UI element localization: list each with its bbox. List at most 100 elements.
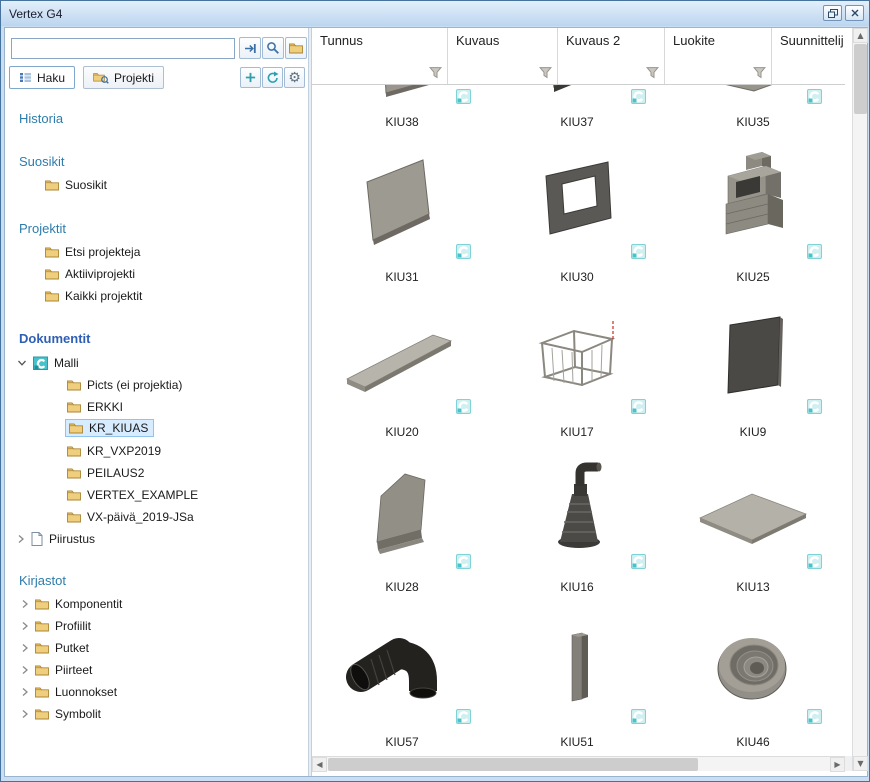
- tree-item-kaikki-projektit[interactable]: Kaikki projektit: [5, 286, 304, 306]
- result-item[interactable]: KIU38: [317, 85, 487, 146]
- vertex-c-icon: [807, 709, 822, 724]
- result-item[interactable]: KIU35: [668, 85, 838, 146]
- filter-funnel-icon[interactable]: [429, 66, 442, 79]
- scroll-right-arrow[interactable]: ▶: [830, 757, 845, 772]
- horizontal-scroll-thumb[interactable]: [328, 758, 698, 771]
- result-item[interactable]: KIU30: [492, 146, 662, 301]
- chevron-right-icon[interactable]: [21, 621, 29, 631]
- tab-projekti-label: Projekti: [114, 71, 154, 85]
- add-button[interactable]: [240, 67, 261, 88]
- chevron-down-icon[interactable]: [17, 359, 27, 367]
- horizontal-scrollbar[interactable]: ◀ ▶: [312, 756, 845, 771]
- open-folder-button[interactable]: [285, 37, 307, 59]
- chevron-right-icon[interactable]: [21, 709, 29, 719]
- column-header-luokite[interactable]: Luokite: [665, 28, 772, 84]
- tree-node-malli[interactable]: Malli: [5, 353, 304, 373]
- filter-funnel-icon[interactable]: [539, 66, 552, 79]
- go-button[interactable]: [239, 37, 261, 59]
- titlebar[interactable]: Vertex G4: [1, 1, 869, 26]
- tab-haku[interactable]: Haku: [9, 66, 75, 89]
- tree-item-vx-paiva[interactable]: VX-päivä_2019-JSa: [5, 507, 304, 527]
- vertex-g4-window: Vertex G4: [0, 0, 870, 782]
- tree-item-erkki[interactable]: ERKKI: [5, 397, 304, 417]
- tree-item-etsi-projekteja[interactable]: Etsi projekteja: [5, 242, 304, 262]
- grid-row: KIU31 KIU30: [312, 146, 845, 301]
- tree-node-symbolit[interactable]: Symbolit: [5, 704, 304, 724]
- vertex-c-icon: [807, 554, 822, 569]
- item-id-label: KIU46: [668, 735, 838, 749]
- tree-item-peilaus2[interactable]: PEILAUS2: [5, 463, 304, 483]
- tree-item-kr-vxp2019[interactable]: KR_VXP2019: [5, 441, 304, 461]
- filter-funnel-icon[interactable]: [753, 66, 766, 79]
- folder-icon: [45, 290, 59, 302]
- settings-button[interactable]: ⚙: [284, 67, 305, 88]
- result-item[interactable]: KIU16: [492, 456, 662, 611]
- result-item[interactable]: KIU9: [668, 301, 838, 456]
- result-item[interactable]: KIU51: [492, 611, 662, 754]
- selected-tree-item[interactable]: KR_KIUAS: [65, 419, 154, 437]
- tree-node-luonnokset[interactable]: Luonnokset: [5, 682, 304, 702]
- result-item[interactable]: KIU25: [668, 146, 838, 301]
- sidebar-section-historia[interactable]: Historia: [5, 108, 304, 128]
- tree-node-putket[interactable]: Putket: [5, 638, 304, 658]
- vertex-c-icon: [631, 244, 646, 259]
- scroll-up-arrow[interactable]: ▲: [853, 28, 868, 43]
- vertex-model-icon: [33, 356, 48, 370]
- chevron-right-icon[interactable]: [21, 599, 29, 609]
- tree-item-aktiiviprojekti[interactable]: Aktiiviprojekti: [5, 264, 304, 284]
- project-folder-icon: [93, 72, 109, 84]
- result-item[interactable]: KIU20: [317, 301, 487, 456]
- sidebar-section-suosikit[interactable]: Suosikit: [5, 151, 304, 171]
- result-item[interactable]: KIU13: [668, 456, 838, 611]
- folder-icon: [45, 246, 59, 258]
- tree-item-picts[interactable]: Picts (ei projektia): [5, 375, 304, 395]
- result-item[interactable]: KIU17: [492, 301, 662, 456]
- result-item[interactable]: KIU46: [668, 611, 838, 754]
- vertical-scrollbar[interactable]: ▲ ▼: [852, 28, 867, 771]
- vertex-c-icon: [456, 399, 471, 414]
- close-button[interactable]: [845, 5, 864, 21]
- column-header-tunnus[interactable]: Tunnus: [312, 28, 448, 84]
- filter-funnel-icon[interactable]: [646, 66, 659, 79]
- tree-node-komponentit[interactable]: Komponentit: [5, 594, 304, 614]
- float-window-button[interactable]: [823, 5, 842, 21]
- item-id-label: KIU37: [492, 115, 662, 129]
- sidebar-section-kirjastot[interactable]: Kirjastot: [5, 570, 304, 590]
- item-id-label: KIU17: [492, 425, 662, 439]
- result-item[interactable]: KIU28: [317, 456, 487, 611]
- scroll-down-arrow[interactable]: ▼: [853, 756, 868, 771]
- vertical-scroll-thumb[interactable]: [854, 44, 867, 114]
- item-id-label: KIU20: [317, 425, 487, 439]
- result-item[interactable]: KIU31: [317, 146, 487, 301]
- folder-icon: [67, 401, 81, 413]
- thumbnail-kiu46: [688, 615, 818, 723]
- chevron-right-icon[interactable]: [21, 665, 29, 675]
- item-id-label: KIU9: [668, 425, 838, 439]
- tree-item-vertex-example[interactable]: VERTEX_EXAMPLE: [5, 485, 304, 505]
- gear-icon: ⚙: [288, 71, 301, 85]
- chevron-right-icon[interactable]: [17, 534, 25, 544]
- chevron-right-icon[interactable]: [21, 643, 29, 653]
- result-item[interactable]: KIU37: [492, 85, 662, 146]
- column-header-suunnittelija[interactable]: Suunnittelija: [772, 28, 845, 84]
- tree-node-piirustus[interactable]: Piirustus: [5, 529, 304, 549]
- tree-item-kr-kiuas-selected[interactable]: KR_KIUAS: [5, 418, 304, 438]
- sidebar-section-projektit[interactable]: Projektit: [5, 218, 304, 238]
- column-header-kuvaus2[interactable]: Kuvaus 2: [558, 28, 665, 84]
- search-input[interactable]: [11, 38, 235, 59]
- search-button[interactable]: [262, 37, 284, 59]
- chevron-right-icon[interactable]: [21, 687, 29, 697]
- tree-node-piirteet[interactable]: Piirteet: [5, 660, 304, 680]
- scroll-left-arrow[interactable]: ◀: [312, 757, 327, 772]
- item-id-label: KIU25: [668, 270, 838, 284]
- sidebar-section-dokumentit[interactable]: Dokumentit: [5, 328, 304, 348]
- tree-item-suosikit[interactable]: Suosikit: [5, 175, 304, 195]
- tree-node-profiilit[interactable]: Profiilit: [5, 616, 304, 636]
- thumbnail-kiu9: [688, 305, 818, 413]
- refresh-button[interactable]: [262, 67, 283, 88]
- folder-icon: [67, 489, 81, 501]
- tab-projekti[interactable]: Projekti: [83, 66, 164, 89]
- column-header-kuvaus[interactable]: Kuvaus: [448, 28, 558, 84]
- folder-icon: [35, 598, 49, 610]
- result-item[interactable]: KIU57: [317, 611, 487, 754]
